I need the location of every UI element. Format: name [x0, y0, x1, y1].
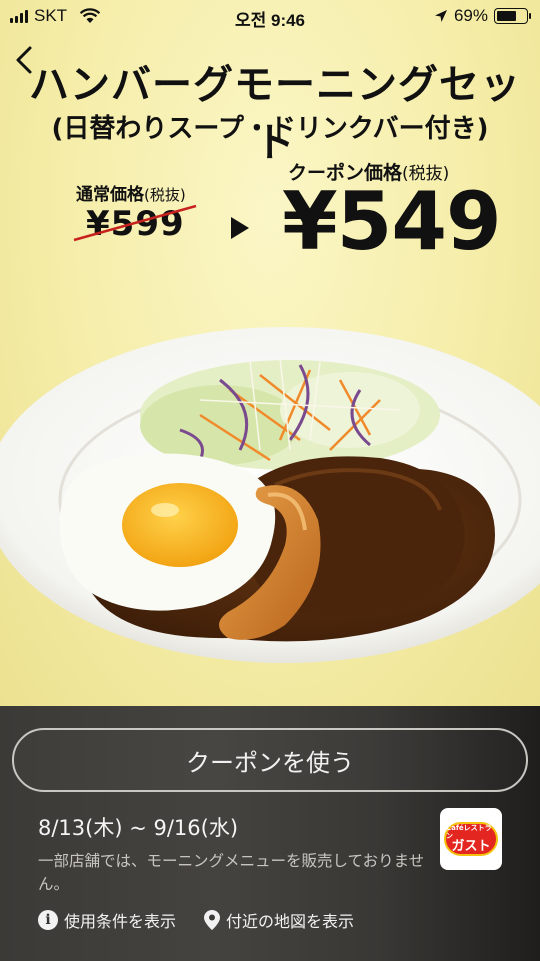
use-coupon-button[interactable]: クーポンを使う — [12, 728, 528, 792]
terms-link-label: 使用条件を表示 — [64, 912, 177, 931]
signal-icon — [10, 9, 28, 23]
product-subtitle: (日替わりスープ・ドリンクバー付き) — [51, 114, 489, 144]
battery-percent: 69% — [453, 6, 488, 25]
battery-fill — [497, 11, 517, 21]
egg-yolk-shape — [122, 483, 238, 567]
wifi-icon — [79, 8, 101, 24]
regular-price: ¥599 — [86, 204, 185, 244]
map-link-label: 付近の地図を表示 — [226, 912, 355, 931]
hero-area: SKT 오전 9:46 69% ハンバーグモーニングセット (日替わりスープ・ド… — [0, 0, 540, 706]
logo-small-text: Caféレストラン — [446, 824, 492, 840]
status-bar: SKT 오전 9:46 69% — [0, 0, 540, 32]
map-link[interactable]: 付近の地図を表示 — [204, 908, 354, 932]
action-links: i 使用条件を表示 付近の地図を表示 — [38, 908, 354, 932]
menu-notice: 一部店舗では、モーニングメニューを販売しておりません。 — [38, 852, 425, 893]
location-arrow-icon — [434, 10, 447, 22]
regular-label-text: 通常価格 — [76, 185, 144, 205]
validity-period: 8/13(木) ~ 9/16(水) — [38, 816, 239, 840]
gusto-logo: Caféレストラン ガスト — [440, 808, 502, 870]
coupon-panel: クーポンを使う 8/13(木) ~ 9/16(水) 一部店舗では、モーニングメニ… — [0, 706, 540, 961]
logo-big-text: ガスト — [451, 839, 491, 854]
dish-image — [0, 327, 540, 663]
terms-link[interactable]: i 使用条件を表示 — [38, 908, 176, 932]
map-pin-icon — [204, 910, 221, 930]
regular-price-label: 通常価格(税抜) — [76, 180, 186, 205]
info-icon: i — [38, 910, 58, 930]
arrow-right-icon — [231, 217, 249, 239]
coupon-price: ¥549 — [282, 175, 502, 268]
battery-icon — [494, 8, 531, 24]
gusto-logo-badge: Caféレストラン ガスト — [444, 822, 498, 856]
status-left: SKT — [10, 6, 101, 26]
regular-label-note: (税抜) — [144, 186, 186, 204]
status-right: 69% — [434, 6, 531, 26]
carrier-label: SKT — [34, 6, 68, 25]
